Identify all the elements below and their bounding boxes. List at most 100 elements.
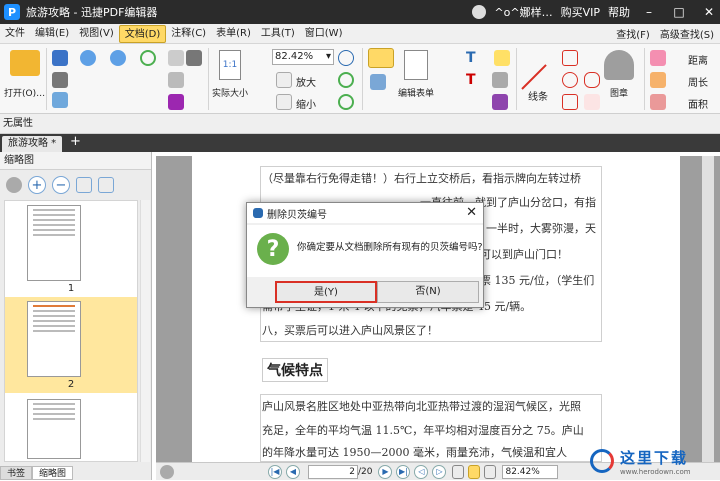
eraser-icon[interactable] <box>650 50 666 66</box>
zoom-status-select[interactable]: 82.42% <box>502 464 559 479</box>
print-icon[interactable] <box>52 72 68 88</box>
panel-tabs: 书签 缩略图 <box>0 466 152 480</box>
export-icon[interactable] <box>52 92 68 108</box>
page-thumbnail[interactable] <box>27 399 81 459</box>
highlighter-icon[interactable] <box>650 72 666 88</box>
back-icon[interactable] <box>140 50 156 66</box>
menu-comment[interactable]: 注释(C) <box>166 25 211 43</box>
ribbon-toolbar: 打开(O)… 1:1 实际大小 82.42% ▾ 放大 缩小 编辑表单 T T 线… <box>0 44 720 114</box>
zoom-in-label[interactable]: 放大 <box>296 74 316 89</box>
menu-view[interactable]: 视图(V) <box>74 25 119 43</box>
edit-text-icon[interactable] <box>368 48 394 68</box>
paperclip-icon[interactable] <box>492 72 508 88</box>
line-label[interactable]: 线条 <box>528 88 548 103</box>
forward-view-button[interactable]: ▷ <box>432 464 447 479</box>
stamp-button[interactable]: 图章 <box>604 50 634 99</box>
settings-icon[interactable] <box>160 464 174 479</box>
rectangle-shape-icon[interactable] <box>562 94 578 110</box>
next-page-button[interactable]: ▶ <box>378 464 393 479</box>
paragraph: 充足，全年的平均气温 11.5℃，年平均相对湿度百分之 75。庐山 <box>262 424 584 437</box>
arrow-shape-icon[interactable] <box>562 50 578 66</box>
maximize-icon[interactable]: □ <box>668 0 690 24</box>
menu-tools[interactable]: 工具(T) <box>256 25 300 43</box>
circle-shape-icon[interactable] <box>562 72 578 88</box>
save-icon[interactable] <box>52 50 68 66</box>
first-page-button[interactable]: |◀ <box>268 464 282 479</box>
menu-edit[interactable]: 编辑(E) <box>30 25 74 43</box>
find-button[interactable]: 查找(F) <box>616 26 650 41</box>
minimize-icon[interactable]: – <box>638 0 660 24</box>
rotate-right-icon[interactable] <box>98 177 114 193</box>
tab-thumbnails[interactable]: 缩略图 <box>32 466 74 480</box>
speaker-icon[interactable] <box>492 94 508 110</box>
no-button[interactable]: 否(N) <box>377 281 479 303</box>
folder-icon <box>9 50 40 76</box>
text-field-icon[interactable]: T <box>466 72 482 88</box>
page-thumbnail[interactable] <box>27 205 81 281</box>
hand-tool-icon[interactable] <box>168 50 184 66</box>
open-button[interactable]: 打开(O)… <box>4 50 45 99</box>
buy-vip-button[interactable]: 购买VIP <box>561 4 600 20</box>
dialog-message: 你确定要从文档删除所有现有的贝茨编号吗? <box>297 242 483 253</box>
paragraph: （尽量靠右行免得走错！）右行上立交桥后，看指示牌向左转过桥 <box>262 172 581 185</box>
edit-form-button[interactable]: 编辑表单 <box>398 50 434 99</box>
text-t-icon[interactable]: T <box>466 50 482 66</box>
menu-file[interactable]: 文件 <box>0 25 30 43</box>
undo-icon[interactable] <box>80 50 96 66</box>
perimeter-tool[interactable]: 周长 <box>688 74 708 89</box>
line-icon[interactable] <box>521 64 547 90</box>
select-tool-icon[interactable] <box>168 72 184 88</box>
username[interactable]: ^o^娜样… <box>494 4 552 20</box>
rotate-icon[interactable] <box>338 72 354 88</box>
zoom-in-icon[interactable] <box>276 72 292 88</box>
eraser2-icon[interactable] <box>650 94 666 110</box>
panel-scrollbar[interactable] <box>140 200 150 462</box>
continuous-page-icon[interactable] <box>468 464 481 479</box>
add-tab-button[interactable]: + <box>70 134 81 149</box>
menu-document[interactable]: 文档(D) <box>118 24 167 43</box>
zoom-out-icon[interactable] <box>276 94 292 110</box>
page-number: 1 <box>67 283 75 294</box>
close-icon[interactable]: ✕ <box>698 0 720 24</box>
paragraph: 票 135 元/位，（学生们 <box>480 274 595 287</box>
paragraph: 八，买票后可以进入庐山风景区了！ <box>262 324 438 337</box>
tab-document[interactable]: 旅游攻略 * <box>2 136 63 152</box>
zoom-in-thumb-button[interactable]: + <box>28 176 46 194</box>
rotate-left-icon[interactable] <box>76 177 92 193</box>
zoom-out-thumb-button[interactable]: − <box>52 176 70 194</box>
single-page-icon[interactable] <box>452 464 465 479</box>
prev-page-button[interactable]: ◀ <box>286 464 300 479</box>
note-icon[interactable] <box>494 50 510 66</box>
menu-form[interactable]: 表单(R) <box>211 25 256 43</box>
zoom-out-label[interactable]: 缩小 <box>296 96 316 111</box>
page-thumbnail-selected[interactable] <box>27 301 81 377</box>
crop-icon[interactable] <box>168 94 184 110</box>
avatar[interactable] <box>472 5 487 19</box>
help-button[interactable]: 帮助 <box>608 4 630 20</box>
camera-icon[interactable] <box>186 50 202 66</box>
gear-icon[interactable] <box>6 177 22 193</box>
last-page-button[interactable]: ▶| <box>396 464 411 479</box>
advanced-find-button[interactable]: 高级查找(S) <box>660 26 714 41</box>
zoom-select[interactable]: 82.42% ▾ <box>272 49 334 65</box>
paragraph: 一半时，大雾弥漫，天 <box>486 222 596 235</box>
dialog-close-icon[interactable]: ✕ <box>466 205 477 220</box>
pencil-icon[interactable] <box>584 94 600 110</box>
paragraph: 的年降水量可达 1950—2000 毫米，雨量充沛，气候温和宜人 <box>262 446 567 459</box>
tab-bookmarks[interactable]: 书签 <box>0 466 33 480</box>
page-input[interactable]: 2 <box>308 464 358 479</box>
section-heading[interactable]: 气候特点 <box>262 358 328 382</box>
back-view-button[interactable]: ◁ <box>414 464 429 479</box>
actual-size-button[interactable]: 1:1 实际大小 <box>212 50 248 99</box>
yes-button[interactable]: 是(Y) <box>275 281 377 303</box>
zoom-plus-icon[interactable] <box>338 50 354 66</box>
refresh-icon[interactable] <box>338 94 354 110</box>
distance-tool[interactable]: 距离 <box>688 52 708 67</box>
document-scrollbar[interactable] <box>702 156 714 462</box>
polygon-shape-icon[interactable] <box>584 72 600 88</box>
menu-window[interactable]: 窗口(W) <box>300 25 348 43</box>
redo-icon[interactable] <box>110 50 126 66</box>
facing-page-icon[interactable] <box>484 464 497 479</box>
add-text-icon[interactable] <box>370 74 386 90</box>
area-tool[interactable]: 面积 <box>688 96 708 111</box>
